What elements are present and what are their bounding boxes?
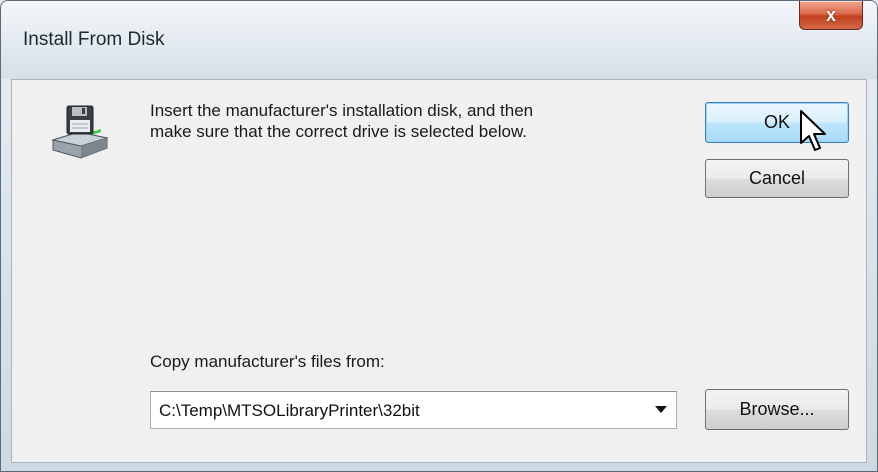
copy-from-label: Copy manufacturer's files from: (150, 352, 385, 371)
close-icon: x (825, 5, 836, 25)
mouse-cursor-icon (800, 110, 826, 151)
browse-button[interactable]: Browse... (705, 389, 849, 430)
instruction-line-2: make sure that the correct drive is sele… (150, 122, 528, 141)
cancel-button[interactable]: Cancel (705, 159, 849, 198)
copy-from-combobox[interactable]: C:\Temp\MTSOLibraryPrinter\32bit (150, 391, 677, 429)
title-bar[interactable]: Install From Disk x (1, 1, 877, 79)
dialog-body: Insert the manufacturer's installation d… (11, 79, 867, 463)
close-button[interactable]: x (799, 1, 863, 30)
copy-from-path[interactable]: C:\Temp\MTSOLibraryPrinter\32bit (159, 401, 420, 421)
window-title: Install From Disk (23, 29, 165, 50)
instruction-text: Insert the manufacturer's installation d… (150, 100, 670, 142)
dropdown-button[interactable] (646, 392, 676, 428)
chevron-down-icon (655, 406, 667, 413)
install-from-disk-dialog: Install From Disk x Insert the manufactu… (0, 0, 878, 472)
instruction-line-1: Insert the manufacturer's installation d… (150, 101, 534, 120)
floppy-disk-drive-icon (51, 105, 109, 159)
